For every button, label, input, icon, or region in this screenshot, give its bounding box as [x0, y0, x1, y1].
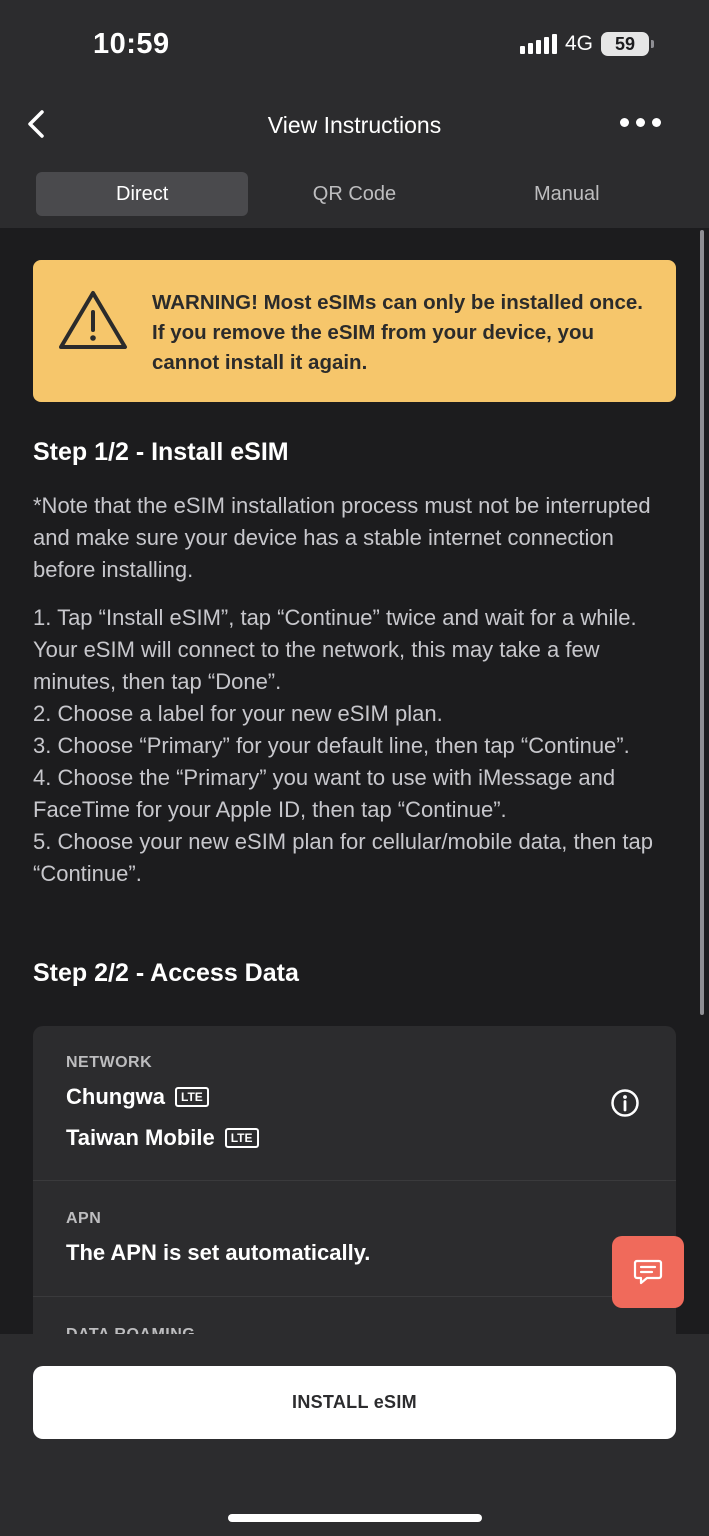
screen: 10:59 4G 59 View Instructions Direct QR …	[0, 0, 709, 1536]
instructions-content[interactable]: WARNING! Most eSIMs can only be installe…	[0, 228, 709, 1334]
step1-title: Step 1/2 - Install eSIM	[33, 438, 289, 466]
step1-instructions: 1. Tap “Install eSIM”, tap “Continue” tw…	[33, 602, 673, 890]
apn-value: The APN is set automatically.	[66, 1240, 371, 1265]
status-icons: 4G 59	[519, 32, 654, 56]
divider	[33, 1296, 676, 1297]
battery-level: 59	[614, 33, 636, 54]
header: 10:59 4G 59 View Instructions Direct QR …	[0, 0, 709, 228]
battery-icon: 59	[601, 32, 654, 56]
warning-text: WARNING! Most eSIMs can only be installe…	[152, 291, 643, 374]
network-item: Chungwa LTE	[66, 1084, 209, 1110]
signal-icon	[519, 34, 557, 54]
instruction-item: 1. Tap “Install eSIM”, tap “Continue” tw…	[33, 605, 637, 694]
instruction-item: 5. Choose your new eSIM plan for cellula…	[33, 829, 654, 886]
info-icon[interactable]	[610, 1088, 640, 1118]
network-item: Taiwan Mobile LTE	[66, 1125, 259, 1151]
scrollbar[interactable]	[700, 230, 704, 1015]
divider	[33, 1180, 676, 1181]
status-time: 10:59	[93, 28, 170, 60]
step2-title: Step 2/2 - Access Data	[33, 959, 299, 987]
lte-badge: LTE	[175, 1087, 209, 1107]
chat-bubble-icon	[633, 1259, 663, 1285]
lte-badge: LTE	[224, 1128, 259, 1148]
tab-direct[interactable]: Direct	[36, 172, 249, 216]
warning-banner: WARNING! Most eSIMs can only be installe…	[33, 260, 676, 402]
ellipsis-icon[interactable]	[620, 118, 661, 127]
instruction-item: 3. Choose “Primary” for your default lin…	[33, 733, 630, 758]
apn-label: APN	[66, 1210, 102, 1227]
instruction-item: 4. Choose the “Primary” you want to use …	[33, 765, 616, 822]
step1-note: *Note that the eSIM installation process…	[33, 493, 651, 582]
instruction-item: 2. Choose a label for your new eSIM plan…	[33, 701, 443, 726]
network-label: NETWORK	[66, 1054, 153, 1071]
warning-triangle-icon	[59, 291, 127, 349]
tab-qr-code[interactable]: QR Code	[248, 172, 460, 216]
bottom-bar: INSTALL eSIM	[0, 1334, 709, 1536]
access-data-card: NETWORK Chungwa LTE Taiwan Mobile LTE AP…	[33, 1026, 676, 1334]
data-roaming-label: DATA ROAMING	[66, 1326, 195, 1334]
network-name: Taiwan Mobile	[66, 1125, 215, 1150]
install-esim-button[interactable]: INSTALL eSIM	[33, 1366, 676, 1439]
network-name: Chungwa	[66, 1084, 165, 1109]
tab-bar: Direct QR Code Manual	[36, 172, 673, 216]
tab-manual[interactable]: Manual	[461, 172, 673, 216]
home-indicator[interactable]	[228, 1514, 482, 1522]
page-title: View Instructions	[267, 112, 442, 138]
network-type: 4G	[564, 32, 593, 55]
chat-button[interactable]	[612, 1236, 684, 1308]
